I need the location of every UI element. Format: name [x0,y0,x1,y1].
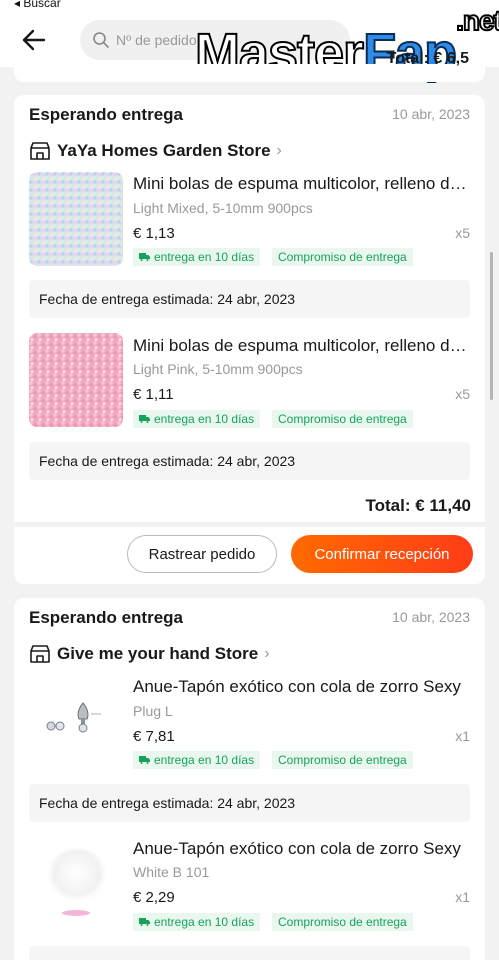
product-price: € 1,11 [133,386,174,403]
truck-icon [139,253,150,261]
product-title[interactable]: Anue-Tapón exótico con cola de zorro Sex… [133,839,473,859]
chevron-right-icon: › [276,142,282,159]
product-price: € 1,13 [133,225,175,242]
product-price: € 2,29 [133,889,175,906]
product-quantity: x5 [455,386,470,402]
chevron-right-icon: › [264,645,270,662]
product-quantity: x1 [455,889,470,905]
store-icon [30,645,50,663]
delivery-tag: entrega en 10 días [133,751,261,769]
truck-icon [139,756,150,764]
estimated-delivery: Fecha de entrega estimada: 24 abr, 2023 [29,946,470,960]
product-image-multicolor-foam-balls[interactable] [29,172,123,266]
product-image-pink-foam-balls[interactable] [29,333,123,427]
confirm-receipt-button[interactable]: Confirmar recepción [291,535,473,573]
product-title[interactable]: Mini bolas de espuma multicolor, relleno… [133,174,473,194]
product-image-white-fur-tail[interactable] [29,836,123,930]
search-placeholder: Nº de pedido [116,32,197,48]
commitment-tag: Compromiso de entrega [272,751,413,769]
product-variant: Light Mixed, 5-10mm 900pcs [133,200,313,216]
commitment-tag: Compromiso de entrega [272,913,413,931]
product-price: € 7,81 [133,728,175,745]
product-quantity: x1 [455,728,470,744]
product-variant: White B 101 [133,864,210,880]
delivery-tag: entrega en 10 días [133,248,261,266]
search-icon [93,32,109,48]
order-status: Esperando entrega [29,105,183,124]
truck-icon [139,415,150,423]
product-quantity: x5 [455,225,470,241]
scrollbar[interactable] [490,252,493,400]
order-card: Esperando entrega 10 abr, 2023 Give me y… [14,598,485,960]
divider [14,522,485,527]
store-link[interactable]: Give me your hand Store › [29,644,270,664]
previous-order-total: Total: € 6,5 [386,50,469,67]
order-status: Esperando entrega [29,608,183,627]
commitment-tag: Compromiso de entrega [272,410,413,428]
order-date: 10 abr, 2023 [392,106,470,122]
order-date: 10 abr, 2023 [392,609,470,625]
delivery-tag: entrega en 10 días [133,410,261,428]
track-order-button[interactable]: Rastrear pedido [127,535,277,573]
delivery-tag: entrega en 10 días [133,913,261,931]
product-variant: Light Pink, 5-10mm 900pcs [133,361,303,377]
order-total: Total: € 11,40 [365,496,471,515]
product-image-metal-plug[interactable] [29,675,123,769]
store-icon [30,142,50,160]
back-to-app-link[interactable]: ◂ Buscar [14,0,61,10]
product-variant: Plug L [133,703,173,719]
truck-icon [139,918,150,926]
estimated-delivery: Fecha de entrega estimada: 24 abr, 2023 [29,784,470,822]
product-title[interactable]: Mini bolas de espuma multicolor, relleno… [133,336,473,356]
store-link[interactable]: YaYa Homes Garden Store › [29,141,282,161]
commitment-tag: Compromiso de entrega [272,248,413,266]
store-name: YaYa Homes Garden Store [57,141,271,160]
estimated-delivery: Fecha de entrega estimada: 24 abr, 2023 [29,442,470,480]
store-name: Give me your hand Store [57,644,259,663]
estimated-delivery: Fecha de entrega estimada: 24 abr, 2023 [29,280,470,318]
back-arrow-icon[interactable] [20,26,48,54]
product-title[interactable]: Anue-Tapón exótico con cola de zorro Sex… [133,677,473,697]
status-bar: ◂ Buscar [0,0,499,12]
order-card: Esperando entrega 10 abr, 2023 YaYa Home… [14,95,485,584]
